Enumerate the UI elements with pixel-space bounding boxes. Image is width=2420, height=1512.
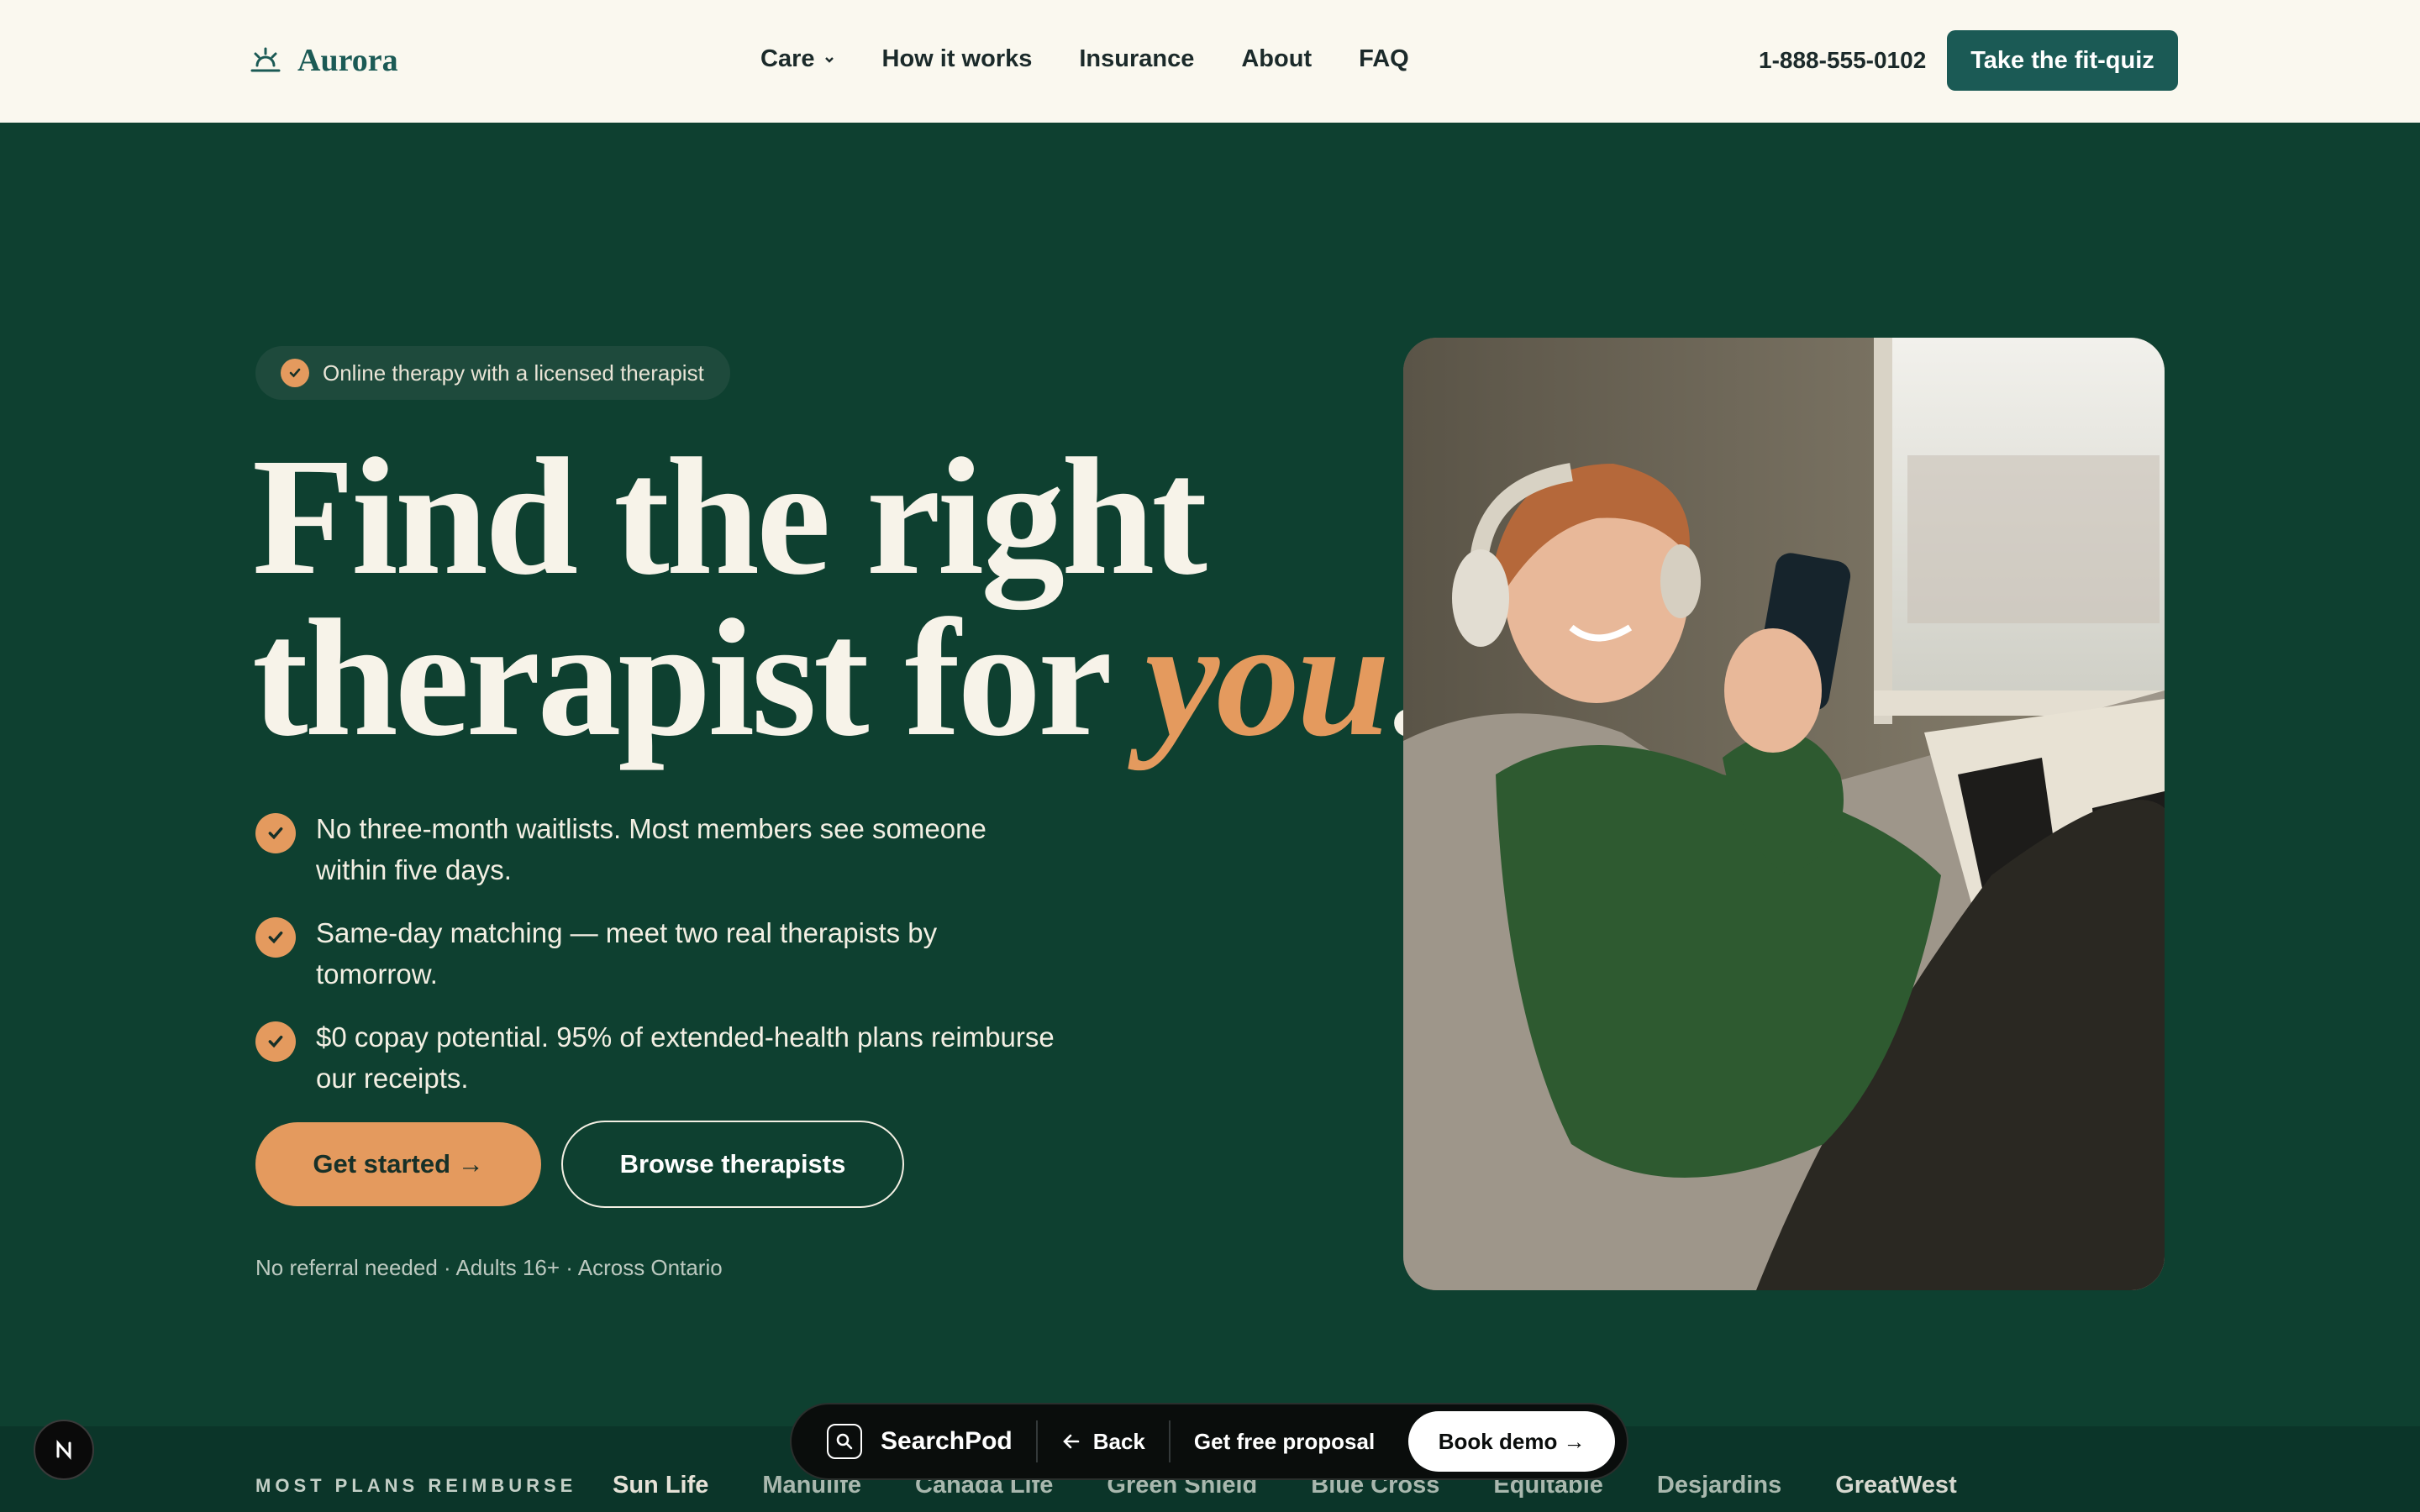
hero-badge-text: Online therapy with a licensed therapist (323, 360, 704, 386)
benefit-list: No three-month waitlists. Most members s… (255, 808, 1062, 1121)
n-logo-icon (56, 1440, 71, 1460)
hero-photo-illustration (1403, 338, 2165, 1290)
insurer-label: MOST PLANS REIMBURSE (255, 1475, 577, 1496)
toolbar-brand[interactable]: SearchPod (881, 1427, 1013, 1456)
nav-links: Care How it works Insurance About FAQ (760, 45, 1409, 73)
divider (1168, 1420, 1171, 1462)
browse-therapists-button[interactable]: Browse therapists (561, 1121, 904, 1208)
floating-toolbar: SearchPod Back Get free proposal Book de… (790, 1403, 1628, 1480)
check-icon (255, 1021, 296, 1062)
insurer-sun-life: Sun Life (613, 1472, 709, 1499)
insurer-greatwest: GreatWest (1835, 1472, 1957, 1499)
list-item: $0 copay potential. 95% of extended-heal… (255, 1016, 1062, 1099)
arrow-left-icon (1062, 1434, 1080, 1449)
brand-logo[interactable]: Aurora (249, 42, 398, 79)
divider (1035, 1420, 1038, 1462)
nav-about[interactable]: About (1241, 45, 1312, 73)
nav-care[interactable]: Care (760, 45, 835, 73)
nav-how-it-works[interactable]: How it works (882, 45, 1033, 73)
check-icon (255, 813, 296, 853)
chevron-down-icon (824, 56, 834, 63)
list-item: Same-day matching — meet two real therap… (255, 912, 1062, 995)
hero-fine-print: No referral needed · Adults 16+ · Across… (255, 1255, 723, 1280)
top-nav: Aurora Care How it works Insurance About… (0, 0, 2420, 123)
hero-photo (1403, 338, 2165, 1290)
back-button[interactable]: Back (1061, 1429, 1145, 1455)
book-demo-button[interactable]: Book demo → (1408, 1411, 1616, 1472)
check-icon (255, 917, 296, 958)
insurer-desjardins: Desjardins (1656, 1472, 1782, 1499)
nav-insurance[interactable]: Insurance (1079, 45, 1194, 73)
get-proposal-button[interactable]: Get free proposal (1194, 1429, 1375, 1455)
search-icon[interactable] (827, 1424, 862, 1459)
nav-faq[interactable]: FAQ (1359, 45, 1409, 73)
check-icon (281, 359, 309, 387)
brand-name: Aurora (297, 43, 398, 78)
hero-headline: Find the right therapist for you. (252, 424, 1428, 771)
get-started-button[interactable]: Get started → (255, 1122, 541, 1206)
phone-link[interactable]: 1-888-555-0102 (1759, 47, 1926, 74)
sunrise-icon (250, 47, 281, 72)
fit-quiz-button[interactable]: Take the fit-quiz (1947, 30, 2178, 91)
list-item: No three-month waitlists. Most members s… (255, 808, 1062, 890)
hero-badge: Online therapy with a licensed therapist (255, 346, 730, 400)
headline-accent: you (1144, 585, 1390, 771)
next-dev-badge[interactable] (34, 1420, 94, 1480)
